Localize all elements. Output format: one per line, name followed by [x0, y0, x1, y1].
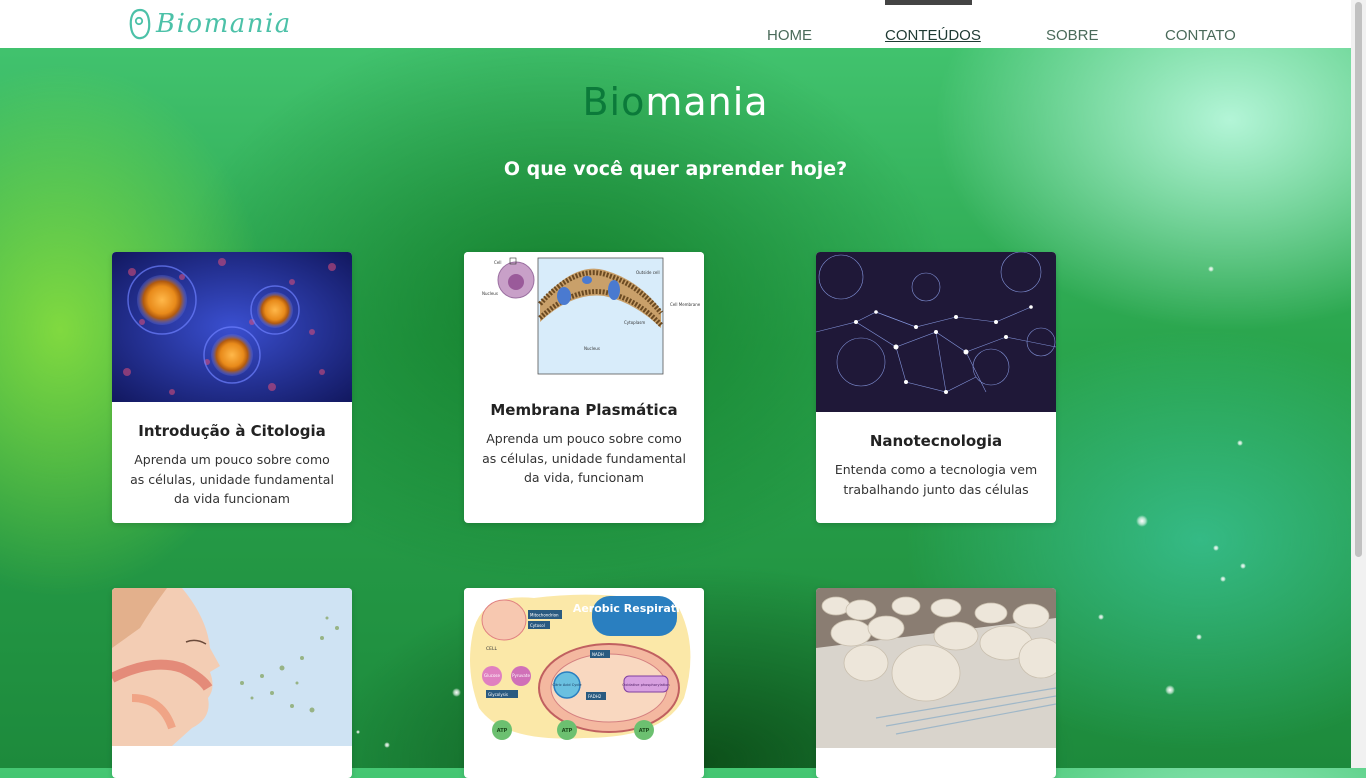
- diagram-label: Mitochondrion: [530, 613, 559, 618]
- cells-microscope-image: [112, 252, 352, 402]
- diagram-title: Aerobic Respiration: [573, 602, 695, 615]
- diagram-label: ATP: [562, 728, 573, 734]
- brand-name: Biomania: [156, 9, 292, 39]
- diagram-label: Cytosol: [530, 623, 545, 628]
- nav-item-home[interactable]: HOME: [767, 27, 812, 44]
- card-description: Aprenda um pouco sobre como as células, …: [482, 431, 686, 485]
- diagram-label: Outside cell: [636, 270, 660, 275]
- card-description: Entenda como a tecnologia vem trabalhand…: [834, 462, 1038, 497]
- sparkle-decoration: [1208, 266, 1214, 272]
- page-scrollbar[interactable]: [1351, 0, 1366, 768]
- content-card-membrana[interactable]: Cell Nucleus Outside cell Cell Membrane …: [464, 252, 704, 523]
- nav-active-indicator: [885, 0, 972, 5]
- diagram-label: CELL: [486, 646, 497, 652]
- diagram-label: Cell: [494, 260, 501, 265]
- diagram-label: NADH: [592, 652, 604, 657]
- sparkle-decoration: [452, 688, 461, 697]
- nav-item-contato[interactable]: CONTATO: [1165, 27, 1236, 44]
- diagram-label: Cytoplasm: [624, 320, 645, 325]
- title-bio: Bio: [582, 80, 646, 124]
- sparkle-decoration: [1237, 440, 1243, 446]
- diagram-label: Glycolysis: [488, 692, 508, 697]
- content-card-respiracao-aerobica[interactable]: Aerobic Respiration CELL Mitochondrion C…: [464, 588, 704, 778]
- diagram-label: ATP: [497, 728, 508, 734]
- card-title: Membrana Plasmática: [490, 401, 678, 419]
- brand-logo[interactable]: Biomania: [128, 5, 292, 43]
- sparkle-decoration: [356, 730, 360, 734]
- nav-item-conteudos[interactable]: CONTEÚDOS: [885, 27, 981, 44]
- cell-membrane-diagram: Cell Nucleus Outside cell Cell Membrane …: [464, 252, 704, 381]
- diagram-label: Nucleus: [584, 346, 600, 351]
- page-title: Biomania: [0, 80, 1351, 124]
- card-title: Nanotecnologia: [869, 432, 1003, 450]
- content-card-citologia[interactable]: Introdução à Citologia Aprenda um pouco …: [112, 252, 352, 523]
- sparkle-decoration: [1213, 545, 1219, 551]
- breathing-illustration: [112, 588, 352, 746]
- sparkle-decoration: [1220, 576, 1226, 582]
- scrollbar-thumb[interactable]: [1355, 2, 1362, 557]
- diagram-label: ATP: [639, 728, 650, 734]
- sparkle-decoration: [1165, 685, 1175, 695]
- content-card-respiracao[interactable]: [112, 588, 352, 778]
- aerobic-respiration-diagram: Aerobic Respiration CELL Mitochondrion C…: [464, 588, 704, 752]
- card-title: Introdução à Citologia: [138, 422, 326, 440]
- sparkle-decoration: [1136, 515, 1148, 527]
- top-navbar: Biomania HOME CONTEÚDOS SOBRE CONTATO: [0, 0, 1351, 48]
- diagram-label: FADH2: [588, 694, 602, 699]
- nav-item-sobre[interactable]: SOBRE: [1046, 27, 1099, 44]
- nanotech-network-image: [816, 252, 1056, 412]
- cell-logo-icon: [129, 8, 151, 40]
- card-description: Aprenda um pouco sobre como as células, …: [130, 452, 334, 506]
- content-card-nanotecnologia[interactable]: Nanotecnologia Entenda como a tecnologia…: [816, 252, 1056, 523]
- sparkle-decoration: [1196, 634, 1202, 640]
- diagram-label: Glucose: [484, 673, 500, 678]
- diagram-label: Oxidative phosphorylation: [622, 683, 669, 687]
- title-mania: mania: [645, 80, 769, 124]
- page-subtitle: O que você quer aprender hoje?: [503, 158, 848, 180]
- diagram-label: Citric Acid Cycle: [552, 683, 582, 687]
- content-card-fermentacao[interactable]: [816, 588, 1056, 778]
- diagram-label: Cell Membrane: [670, 302, 701, 307]
- diagram-label: Pyruvate: [512, 673, 530, 678]
- bread-dough-image: [816, 588, 1056, 748]
- diagram-label: Nucleus: [482, 291, 498, 296]
- sparkle-decoration: [384, 742, 390, 748]
- sparkle-decoration: [1240, 563, 1246, 569]
- sparkle-decoration: [1098, 614, 1104, 620]
